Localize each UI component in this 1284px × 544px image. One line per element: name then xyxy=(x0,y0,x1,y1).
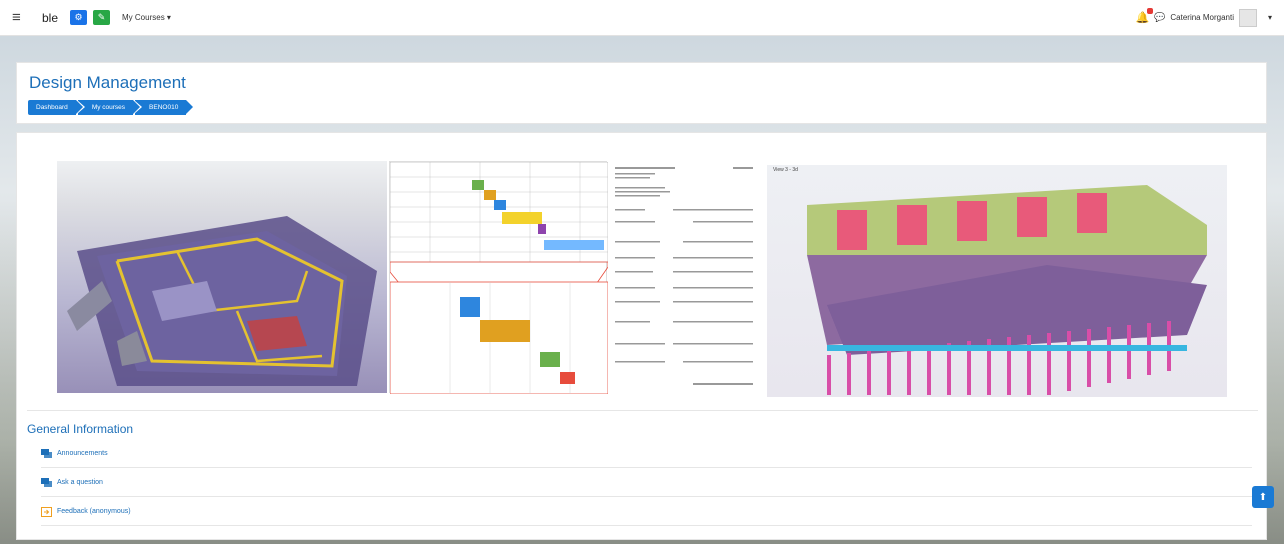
breadcrumb: Dashboard My courses BENO010 xyxy=(28,100,196,115)
hamburger-menu-icon[interactable]: ≡ xyxy=(12,9,32,26)
settings-toggle-button[interactable]: ⚙ xyxy=(70,10,88,25)
chat-bubble-icon[interactable]: 💬 xyxy=(1154,12,1165,23)
edit-mode-button[interactable]: ✎ xyxy=(93,10,111,25)
activity-announcements[interactable]: Announcements xyxy=(41,440,1252,468)
my-courses-menu[interactable]: My Courses ▾ xyxy=(122,13,171,22)
user-menu-caret-icon[interactable]: ▾ xyxy=(1268,13,1272,22)
edit-icon: ✎ xyxy=(97,12,106,22)
breadcrumb-course[interactable]: BENO010 xyxy=(135,100,196,115)
building-model-image xyxy=(57,161,387,393)
activity-label[interactable]: Ask a question xyxy=(57,479,103,486)
structure-drawing xyxy=(807,185,1207,395)
gears-icon: ⚙ xyxy=(74,12,83,22)
course-content: View 3 - 3d General Information Announce… xyxy=(16,132,1267,540)
structure-3d-view-image: View 3 - 3d xyxy=(767,165,1227,397)
user-name[interactable]: Caterina Morganti xyxy=(1170,13,1234,22)
avatar[interactable] xyxy=(1238,8,1257,27)
page-title: Design Management xyxy=(29,73,186,92)
building-model-drawing xyxy=(67,216,377,386)
document-text-lines xyxy=(615,167,753,385)
section-title: General Information xyxy=(27,422,134,436)
forum-icon xyxy=(41,449,52,458)
breadcrumb-dashboard[interactable]: Dashboard xyxy=(28,100,85,115)
activity-ask-a-question[interactable]: Ask a question xyxy=(41,469,1252,497)
back-to-top-button[interactable]: ⬆ xyxy=(1252,486,1274,508)
activity-feedback[interactable]: Feedback (anonymous) xyxy=(41,498,1252,526)
breadcrumb-my-courses[interactable]: My courses xyxy=(77,100,143,115)
activity-label[interactable]: Announcements xyxy=(57,450,108,457)
site-brand[interactable]: ble xyxy=(42,11,58,25)
section-divider xyxy=(27,410,1258,411)
forum-icon xyxy=(41,478,52,487)
notification-badge xyxy=(1147,8,1154,14)
view-label: View 3 - 3d xyxy=(773,167,798,173)
activity-label[interactable]: Feedback (anonymous) xyxy=(57,508,131,515)
notification-bell-icon[interactable]: 🔔 xyxy=(1135,8,1154,24)
course-banner-image: View 3 - 3d xyxy=(57,161,1227,397)
user-area: 🔔 💬 Caterina Morganti ▾ xyxy=(1135,8,1272,27)
gantt-chart-image xyxy=(389,161,609,395)
arrow-up-icon: ⬆ xyxy=(1258,491,1268,503)
feedback-icon xyxy=(41,507,52,517)
top-navbar: ≡ ble ⚙ ✎ My Courses ▾ 🔔 💬 Caterina Morg… xyxy=(0,0,1284,36)
gantt-chart-drawing xyxy=(389,161,609,395)
course-header: Design Management Dashboard My courses B… xyxy=(16,62,1267,124)
cost-estimate-document-image xyxy=(613,161,763,393)
